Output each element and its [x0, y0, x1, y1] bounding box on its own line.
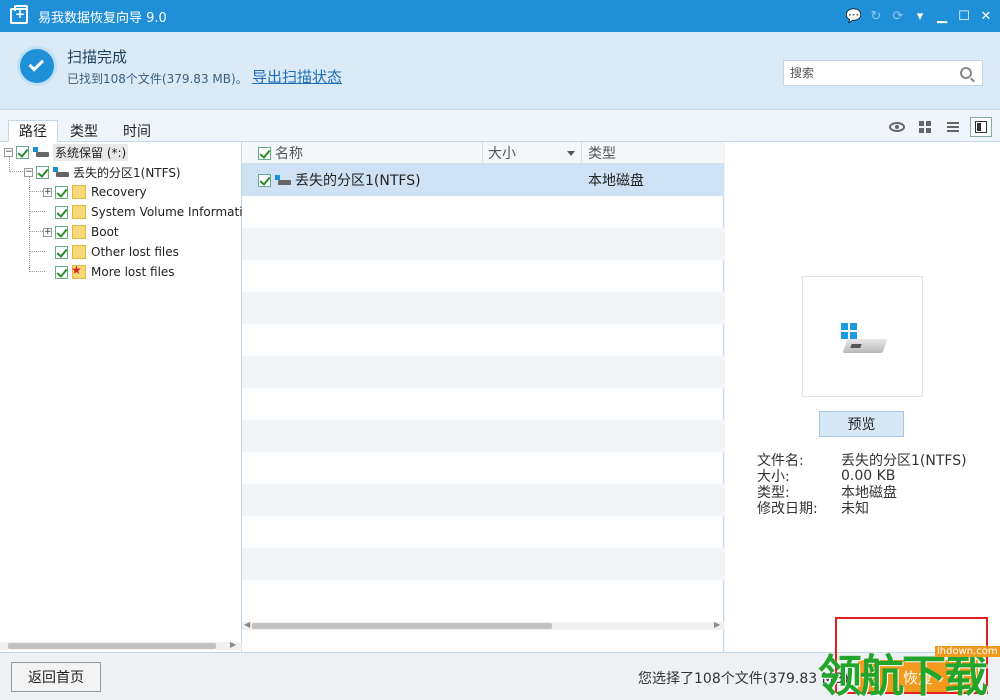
recover-button[interactable]: 恢复 — [858, 660, 978, 694]
collapse-icon[interactable]: − — [24, 167, 33, 177]
tree-checkbox[interactable] — [55, 225, 68, 239]
tree-item-root[interactable]: − 系统保留 (*:) — [4, 142, 129, 162]
folder-icon — [72, 245, 86, 259]
scan-summary: 已找到108个文件(379.83 MB)。 — [67, 72, 248, 86]
list-view-icon[interactable] — [942, 117, 964, 137]
tree-checkbox[interactable] — [55, 185, 68, 199]
list-item — [242, 484, 724, 516]
folder-icon — [72, 185, 86, 199]
tree-label: Other lost files — [91, 245, 179, 259]
detail-view-icon[interactable] — [970, 117, 992, 137]
tree-checkbox[interactable] — [55, 245, 68, 259]
tree-label: 系统保留 (*:) — [53, 143, 129, 161]
list-item — [242, 228, 724, 260]
tree-label: More lost files — [91, 265, 175, 279]
sort-desc-icon — [567, 151, 575, 156]
table-row[interactable]: 丢失的分区1(NTFS) 本地磁盘 — [242, 164, 724, 196]
tree-item-other-lost[interactable]: Other lost files — [55, 242, 179, 262]
bottom-bar: 返回首页 您选择了108个文件(379.83 MB) 恢复 — [0, 652, 1000, 700]
folder-tree: − 系统保留 (*:) − 丢失的分区1(NTFS) + Recovery Sy… — [0, 142, 243, 652]
refresh-icon[interactable]: ↻ — [868, 8, 884, 24]
scan-complete-check-icon — [17, 46, 57, 86]
drive-icon — [33, 147, 49, 157]
expand-icon[interactable]: + — [43, 187, 52, 197]
window-title: 易我数据恢复向导 9.0 — [38, 10, 167, 26]
preview-eye-icon[interactable] — [886, 117, 908, 137]
row-name: 丢失的分区1(NTFS) — [295, 173, 421, 189]
list-item — [242, 452, 724, 484]
tree-checkbox[interactable] — [16, 145, 29, 159]
drive-icon — [275, 175, 291, 185]
tab-path[interactable]: 路径 — [8, 120, 58, 142]
preview-thumbnail — [802, 276, 923, 397]
selection-status: 您选择了108个文件(379.83 MB) — [638, 671, 849, 687]
column-name[interactable]: 名称 — [242, 142, 483, 164]
list-item — [242, 196, 724, 228]
list-item — [242, 420, 724, 452]
tree-item-more-lost[interactable]: More lost files — [55, 262, 175, 282]
list-horizontal-scrollbar[interactable]: ◀ ▶ — [242, 620, 724, 630]
window-controls: 💬 ↻ ⟳ ▾ ▁ ☐ ✕ — [846, 0, 994, 32]
maximize-icon[interactable]: ☐ — [956, 8, 972, 24]
preview-panel: 预览 文件名: 丢失的分区1(NTFS) 大小: 0.00 KB 类型: 本地磁… — [725, 142, 1000, 652]
select-all-checkbox[interactable] — [258, 146, 271, 160]
upgrade-icon[interactable]: ⟳ — [890, 8, 906, 24]
search-input[interactable] — [784, 62, 960, 84]
thumbnail-view-icon[interactable] — [914, 117, 936, 137]
local-disk-icon — [841, 323, 888, 355]
menu-icon[interactable]: ▾ — [912, 8, 928, 24]
tree-label: System Volume Informati — [91, 205, 243, 219]
drive-icon — [53, 167, 69, 177]
tree-item-recovery[interactable]: + Recovery — [43, 182, 147, 202]
row-checkbox[interactable] — [258, 173, 271, 187]
tree-label: Recovery — [91, 185, 147, 199]
tree-horizontal-scrollbar[interactable]: ▶ — [0, 640, 242, 650]
folder-icon — [72, 225, 86, 239]
list-item — [242, 324, 724, 356]
list-item — [242, 516, 724, 548]
tree-item-system-volume[interactable]: System Volume Informati — [55, 202, 243, 222]
search-icon[interactable] — [960, 67, 972, 79]
starred-folder-icon — [71, 263, 86, 279]
tree-checkbox[interactable] — [55, 205, 68, 219]
list-item — [242, 356, 724, 388]
tab-type[interactable]: 类型 — [60, 120, 108, 142]
tree-label: 丢失的分区1(NTFS) — [73, 165, 181, 180]
list-item — [242, 580, 724, 612]
tree-item-boot[interactable]: + Boot — [43, 222, 119, 242]
tree-label: Boot — [91, 225, 119, 239]
app-logo-icon — [10, 5, 28, 24]
export-scan-status-link[interactable]: 导出扫描状态 — [252, 66, 342, 87]
row-type: 本地磁盘 — [588, 173, 644, 189]
feedback-icon[interactable]: 💬 — [846, 8, 862, 24]
preview-button[interactable]: 预览 — [819, 411, 904, 437]
prop-modified: 修改日期: 未知 — [757, 501, 869, 517]
tree-checkbox[interactable] — [55, 265, 68, 279]
expand-icon[interactable]: + — [43, 227, 52, 237]
list-item — [242, 548, 724, 580]
list-item — [242, 260, 724, 292]
close-icon[interactable]: ✕ — [978, 8, 994, 24]
folder-icon — [72, 205, 86, 219]
scan-header: 扫描完成 已找到108个文件(379.83 MB)。 导出扫描状态 — [0, 32, 1000, 110]
view-mode-toolbar — [886, 117, 992, 137]
scan-title: 扫描完成 — [67, 48, 128, 66]
search-box — [783, 60, 983, 86]
tab-time[interactable]: 时间 — [113, 120, 161, 142]
tree-item-partition[interactable]: − 丢失的分区1(NTFS) — [24, 162, 181, 182]
column-type[interactable]: 类型 — [582, 142, 724, 164]
file-list-header: 名称 大小 类型 — [242, 142, 724, 164]
tree-checkbox[interactable] — [36, 165, 49, 179]
minimize-icon[interactable]: ▁ — [934, 8, 950, 24]
list-item — [242, 292, 724, 324]
view-tabs-row: 路径 类型 时间 — [0, 111, 1000, 142]
back-home-button[interactable]: 返回首页 — [11, 662, 101, 692]
file-list: 名称 大小 类型 丢失的分区1(NTFS) 本地磁盘 ◀ ▶ — [242, 142, 724, 652]
list-item — [242, 388, 724, 420]
column-size[interactable]: 大小 — [483, 142, 582, 164]
collapse-icon[interactable]: − — [4, 147, 13, 157]
title-bar: 易我数据恢复向导 9.0 💬 ↻ ⟳ ▾ ▁ ☐ ✕ — [0, 0, 1000, 32]
